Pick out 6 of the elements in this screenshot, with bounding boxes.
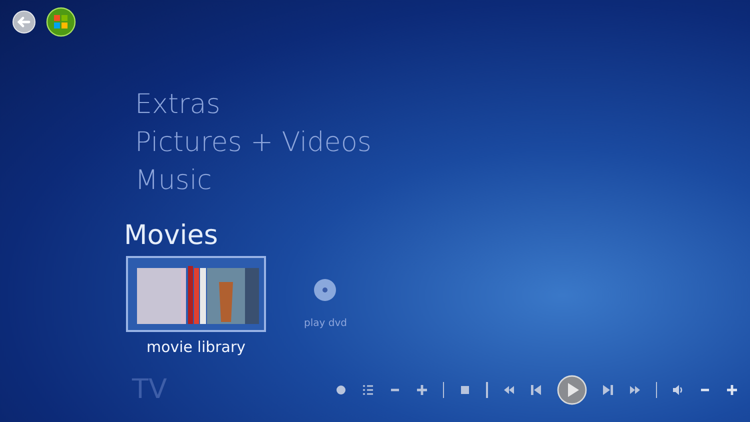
menu-category[interactable]: Extras <box>135 86 750 124</box>
selected-menu-category[interactable]: Movies <box>124 218 750 254</box>
menu-category[interactable]: Pictures + Videos <box>135 124 750 162</box>
tile-label: movie library <box>146 338 246 356</box>
tile-label[interactable]: play dvd <box>304 318 347 329</box>
menu-category[interactable]: Music <box>135 162 750 200</box>
